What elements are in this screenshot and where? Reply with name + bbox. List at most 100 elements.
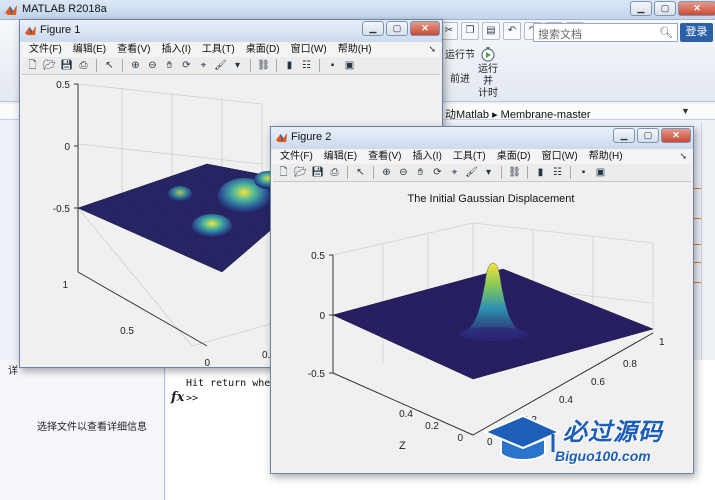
hide-plot-tools-icon[interactable]: ▪ <box>325 58 340 73</box>
menu-file[interactable]: 文件(F) <box>29 42 62 57</box>
menu-window[interactable]: 窗口(W) <box>291 42 327 57</box>
colorbar-icon[interactable]: ▮ <box>533 165 548 180</box>
menu-help[interactable]: 帮助(H) <box>338 42 372 57</box>
data-cursor-icon[interactable]: ⌖ <box>196 58 211 73</box>
show-plot-tools-icon[interactable]: ▣ <box>593 165 608 180</box>
save-icon[interactable]: 💾︎ <box>310 165 325 180</box>
breadcrumb-item-membrane[interactable]: Membrane-master <box>501 109 591 121</box>
zoom-out-icon[interactable]: ⊖ <box>145 58 160 73</box>
minimize-icon[interactable]: ▁ <box>362 21 384 36</box>
path-dropdown-icon[interactable]: ▼ <box>681 106 690 116</box>
print-icon[interactable]: ⎙ <box>76 58 91 73</box>
x-tick-label: 0.8 <box>623 359 637 370</box>
minimize-icon[interactable]: ▁ <box>630 1 652 16</box>
menu-desktop[interactable]: 桌面(D) <box>246 42 280 57</box>
run-section-button[interactable]: 运行节 前进 <box>445 50 475 86</box>
breadcrumb-item-matlab[interactable]: 动Matlab <box>445 109 489 121</box>
minimize-icon[interactable]: ▁ <box>613 128 635 143</box>
y-tick-label: 0.4 <box>399 409 413 420</box>
function-browser-icon[interactable]: fx <box>171 390 184 405</box>
maximize-icon[interactable]: ▢ <box>637 128 659 143</box>
menu-tools[interactable]: 工具(T) <box>453 149 486 164</box>
menu-file[interactable]: 文件(F) <box>280 149 313 164</box>
surface-bump <box>168 186 192 202</box>
surface-bump <box>192 214 232 238</box>
menu-desktop[interactable]: 桌面(D) <box>497 149 531 164</box>
data-cursor-icon[interactable]: ⌖ <box>447 165 462 180</box>
run-and-time-button[interactable]: 运行并 计时 <box>475 46 501 100</box>
pointer-icon[interactable]: ↖ <box>353 165 368 180</box>
warning-marker[interactable] <box>693 262 701 263</box>
peak-base <box>459 327 527 341</box>
graduation-cap-icon <box>483 414 561 461</box>
matlab-logo-icon <box>5 5 17 15</box>
zoom-in-icon[interactable]: ⊕ <box>379 165 394 180</box>
main-window-title: MATLAB R2018a <box>22 3 107 15</box>
menu-edit[interactable]: 编辑(E) <box>73 42 106 57</box>
warning-marker[interactable] <box>693 188 701 189</box>
warning-marker[interactable] <box>693 218 701 219</box>
new-figure-icon[interactable]: 🗋 <box>276 165 291 180</box>
menu-window[interactable]: 窗口(W) <box>542 149 578 164</box>
link-plot-icon[interactable]: ⛓︎ <box>256 58 271 73</box>
save-icon[interactable]: 💾︎ <box>59 58 74 73</box>
menu-edit[interactable]: 编辑(E) <box>324 149 357 164</box>
zoom-out-icon[interactable]: ⊖ <box>396 165 411 180</box>
brush-dropdown-icon[interactable]: ▾ <box>481 165 496 180</box>
rotate-3d-icon[interactable]: ⟳ <box>430 165 445 180</box>
menu-insert[interactable]: 插入(I) <box>161 42 190 57</box>
show-plot-tools-icon[interactable]: ▣ <box>342 58 357 73</box>
editor-scrollbar[interactable] <box>701 122 715 360</box>
toolbar-separator <box>373 166 374 179</box>
hide-plot-tools-icon[interactable]: ▪ <box>576 165 591 180</box>
timer-icon <box>481 47 495 62</box>
brush-icon[interactable]: 🖌︎ <box>464 165 479 180</box>
details-tab-label[interactable]: 详 <box>8 362 18 377</box>
legend-icon[interactable]: ☷ <box>550 165 565 180</box>
pan-icon[interactable]: ✋︎ <box>162 58 177 73</box>
close-icon[interactable]: ✕ <box>410 21 440 36</box>
dock-arrow-icon[interactable]: ➘ <box>679 149 687 164</box>
maximize-icon[interactable]: ▢ <box>654 1 676 16</box>
command-prompt: >> <box>186 393 199 404</box>
watermark-url: Biguo100.com <box>555 448 651 464</box>
colorbar-icon[interactable]: ▮ <box>282 58 297 73</box>
login-button[interactable]: 登录 <box>680 23 713 42</box>
y-tick-label: 0 <box>204 358 210 366</box>
close-icon[interactable]: ✕ <box>661 128 691 143</box>
matlab-figure-icon <box>275 132 288 143</box>
undo-icon[interactable]: ↶ <box>503 22 521 40</box>
warning-marker[interactable] <box>693 244 701 245</box>
open-file-icon[interactable]: 📂︎ <box>293 165 308 180</box>
figure-1-titlebar: Figure 1 ▁ ▢ ✕ <box>20 20 442 42</box>
maximize-icon[interactable]: ▢ <box>386 21 408 36</box>
pointer-icon[interactable]: ↖ <box>102 58 117 73</box>
search-documentation-input[interactable]: 搜索文档 🔍︎ <box>533 23 678 42</box>
rotate-3d-icon[interactable]: ⟳ <box>179 58 194 73</box>
print-icon[interactable]: ⎙ <box>327 165 342 180</box>
menu-view[interactable]: 查看(V) <box>117 42 150 57</box>
legend-icon[interactable]: ☷ <box>299 58 314 73</box>
menu-help[interactable]: 帮助(H) <box>589 149 623 164</box>
dock-arrow-icon[interactable]: ➘ <box>428 42 436 57</box>
run-advance-label: 前进 <box>450 74 470 85</box>
menu-tools[interactable]: 工具(T) <box>202 42 235 57</box>
search-icon[interactable]: 🔍︎ <box>659 26 673 39</box>
menu-view[interactable]: 查看(V) <box>368 149 401 164</box>
link-plot-icon[interactable]: ⛓︎ <box>507 165 522 180</box>
z-tick-label: 0.5 <box>56 80 70 91</box>
open-file-icon[interactable]: 📂︎ <box>42 58 57 73</box>
new-figure-icon[interactable]: 🗋 <box>25 58 40 73</box>
warning-marker[interactable] <box>693 282 701 283</box>
pan-icon[interactable]: ✋︎ <box>413 165 428 180</box>
search-placeholder: 搜索文档 <box>538 29 582 41</box>
figure-1-window-controls: ▁ ▢ ✕ <box>362 21 440 36</box>
copy-icon[interactable]: ❐ <box>461 22 479 40</box>
brush-icon[interactable]: 🖌︎ <box>213 58 228 73</box>
close-icon[interactable]: ✕ <box>678 1 715 16</box>
brush-dropdown-icon[interactable]: ▾ <box>230 58 245 73</box>
menu-insert[interactable]: 插入(I) <box>412 149 441 164</box>
zoom-in-icon[interactable]: ⊕ <box>128 58 143 73</box>
paste-icon[interactable]: ▤ <box>482 22 500 40</box>
toolbar-separator <box>347 166 348 179</box>
